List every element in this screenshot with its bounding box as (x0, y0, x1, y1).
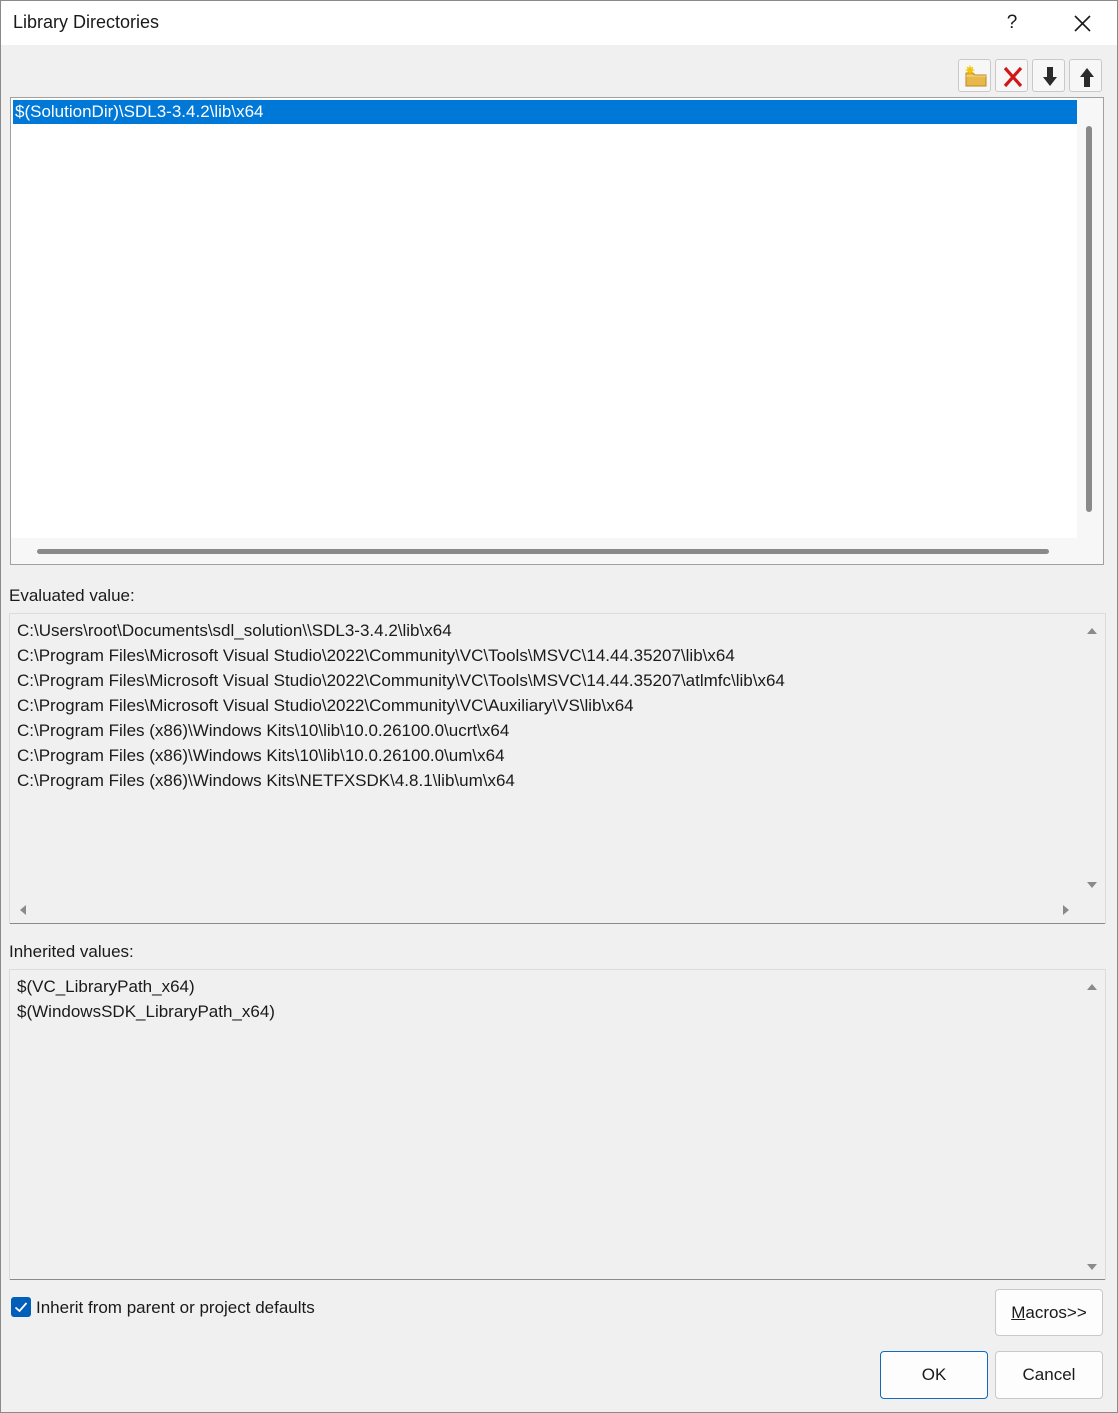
scroll-down-arrow-icon[interactable] (1085, 878, 1099, 892)
close-button[interactable] (1061, 5, 1103, 41)
new-line-button[interactable] (958, 59, 991, 92)
dialog-title: Library Directories (13, 12, 160, 32)
move-up-icon (1080, 68, 1094, 87)
evaluated-line: C:\Program Files\Microsoft Visual Studio… (17, 671, 785, 690)
divider (10, 1279, 1105, 1280)
evaluated-value-box[interactable]: C:\Users\root\Documents\sdl_solution\\SD… (9, 613, 1106, 924)
inherited-line: $(VC_LibraryPath_x64) (17, 977, 195, 996)
macros-accelerator: M (1011, 1303, 1026, 1322)
scroll-left-arrow-icon[interactable] (16, 903, 30, 917)
move-up-button[interactable] (1069, 59, 1102, 92)
evaluated-line: C:\Program Files (x86)\Windows Kits\NETF… (17, 771, 515, 790)
evaluated-line: C:\Program Files\Microsoft Visual Studio… (17, 696, 634, 715)
list-toolbar (957, 59, 1107, 93)
evaluated-line: C:\Users\root\Documents\sdl_solution\\SD… (17, 621, 452, 640)
divider (10, 923, 1105, 924)
help-button[interactable]: ? (991, 5, 1033, 41)
inherit-checkbox-label[interactable]: Inherit from parent or project defaults (36, 1298, 315, 1318)
evaluated-line: C:\Program Files\Microsoft Visual Studio… (17, 646, 735, 665)
inherited-values-box[interactable]: $(VC_LibraryPath_x64) $(WindowsSDK_Libra… (9, 969, 1106, 1280)
evaluated-value-label: Evaluated value: (9, 586, 135, 605)
cancel-button[interactable]: Cancel (995, 1351, 1103, 1399)
list-vertical-scroll-thumb[interactable] (1086, 126, 1092, 512)
evaluated-line: C:\Program Files (x86)\Windows Kits\10\l… (17, 746, 505, 765)
scroll-up-arrow-icon[interactable] (1085, 980, 1099, 994)
inherited-values-label: Inherited values: (9, 942, 134, 961)
list-item-selected[interactable]: $(SolutionDir)\SDL3-3.4.2\lib\x64 (13, 100, 1077, 124)
scroll-up-arrow-icon[interactable] (1085, 624, 1099, 638)
inherit-checkbox[interactable] (11, 1297, 31, 1317)
move-down-icon (1043, 67, 1057, 86)
checkmark-icon (14, 1302, 28, 1313)
delete-line-button[interactable] (995, 59, 1028, 92)
evaluated-line: C:\Program Files (x86)\Windows Kits\10\l… (17, 721, 510, 740)
new-folder-icon (965, 65, 987, 87)
macros-button[interactable]: Macros>> (995, 1289, 1103, 1336)
scroll-down-arrow-icon[interactable] (1085, 1260, 1099, 1274)
ok-button[interactable]: OK (880, 1351, 988, 1399)
directory-list[interactable]: $(SolutionDir)\SDL3-3.4.2\lib\x64 (10, 97, 1104, 565)
list-horizontal-scroll-thumb[interactable] (37, 549, 1049, 554)
macros-button-label: acros>> (1025, 1303, 1087, 1322)
delete-icon (1003, 66, 1023, 88)
scroll-right-arrow-icon[interactable] (1059, 903, 1073, 917)
library-directories-dialog: Library Directories ? $(SolutionDir)\SDL… (0, 0, 1118, 1413)
move-down-button[interactable] (1032, 59, 1065, 92)
inherited-line: $(WindowsSDK_LibraryPath_x64) (17, 1002, 275, 1021)
title-bar: Library Directories ? (1, 1, 1117, 45)
close-icon (1074, 15, 1091, 32)
